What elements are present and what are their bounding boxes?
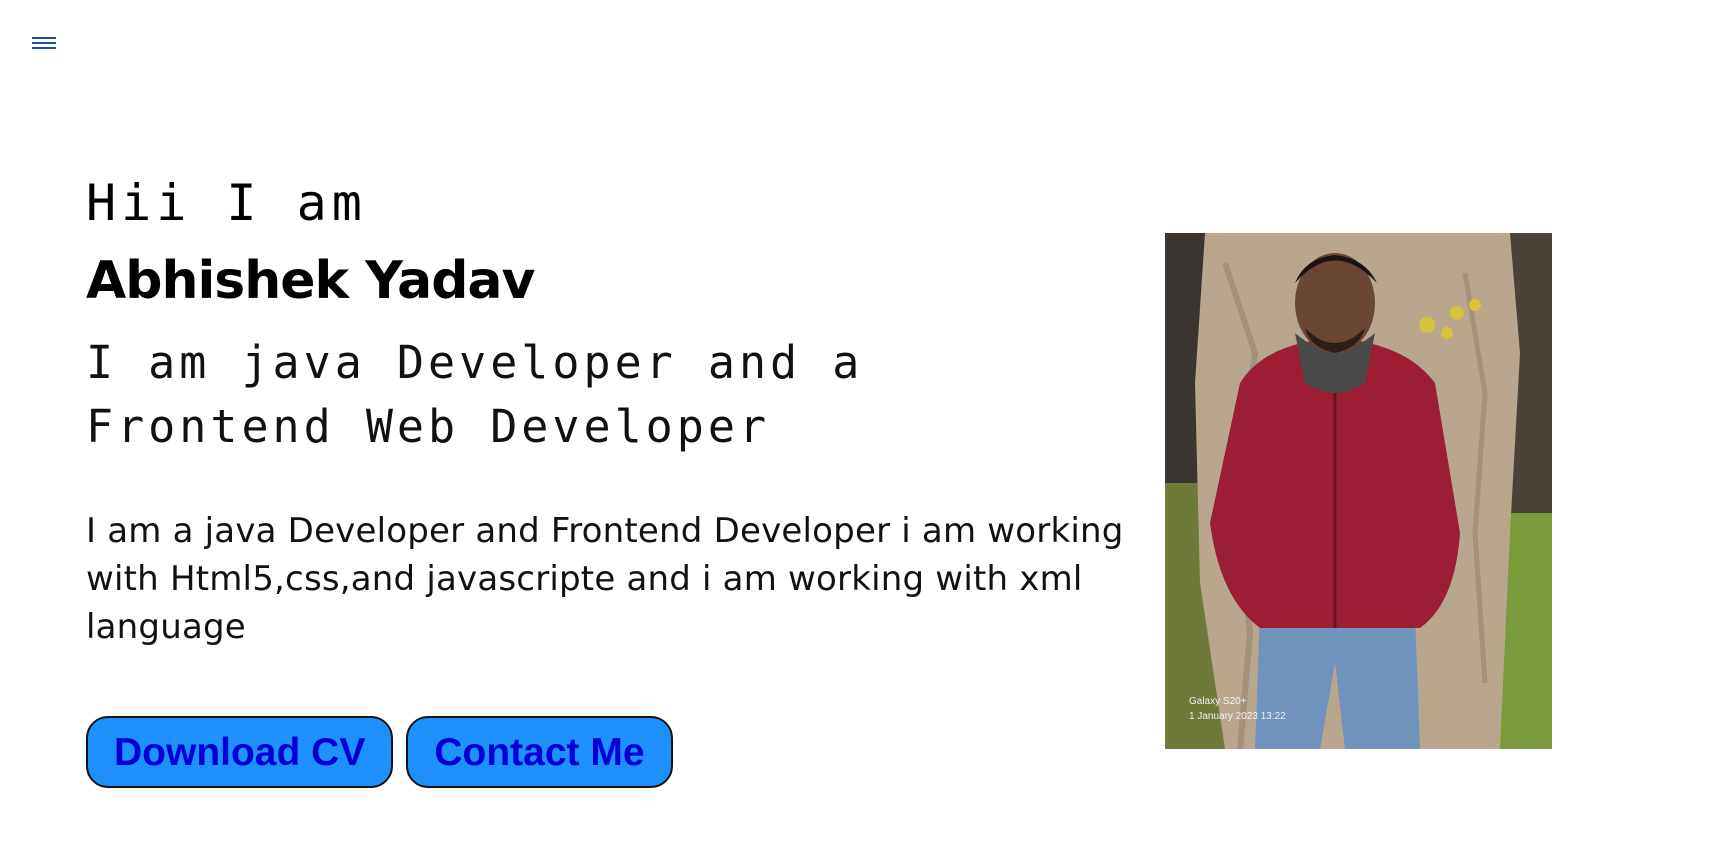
contact-me-button[interactable]: Contact Me <box>406 716 673 788</box>
portfolio-page: Hii I am Abhishek Yadav I am java Develo… <box>0 0 1733 847</box>
greeting-text: Hii I am <box>86 174 367 232</box>
person-name: Abhishek Yadav <box>86 251 535 311</box>
hero-text: Hii I am Abhishek Yadav I am java Develo… <box>86 165 1131 651</box>
description-text: I am a java Developer and Frontend Devel… <box>86 511 1124 647</box>
cta-buttons: Download CV Contact Me <box>86 716 673 788</box>
hamburger-menu-icon[interactable] <box>32 34 56 54</box>
photo-caption-line1: Galaxy S20+ <box>1189 696 1247 707</box>
role-text: I am java Developer and a Frontend Web D… <box>86 336 864 453</box>
profile-photo: Galaxy S20+ 1 January 2023 13:22 <box>1165 233 1552 749</box>
download-cv-button[interactable]: Download CV <box>86 716 394 788</box>
photo-caption-line2: 1 January 2023 13:22 <box>1189 711 1286 722</box>
